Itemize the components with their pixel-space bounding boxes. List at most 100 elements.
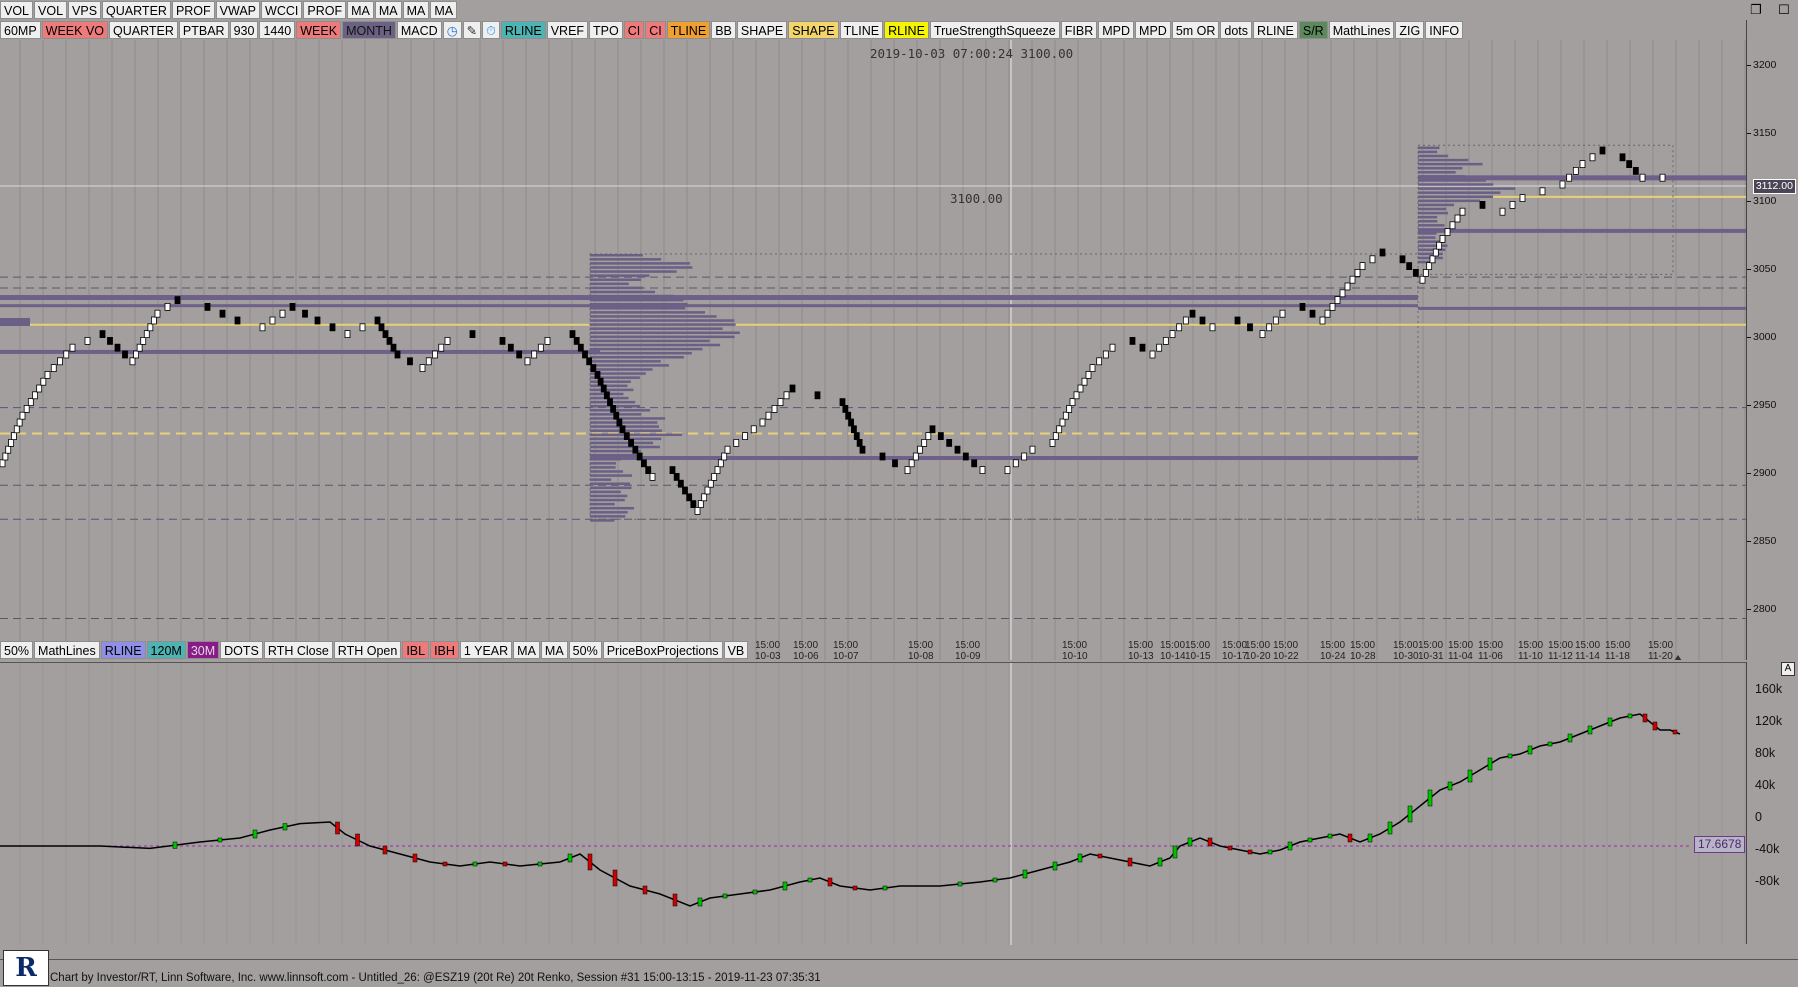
lower-button-10[interactable]: 1 YEAR xyxy=(460,641,512,659)
indicator-up-candle xyxy=(538,862,542,866)
indicator-button-26[interactable]: MPD xyxy=(1135,21,1171,39)
date-axis-date: 11-14 xyxy=(1575,651,1600,662)
indicator-button-6[interactable]: WEEK xyxy=(296,21,341,39)
indicator-button-32[interactable]: ZIG xyxy=(1395,21,1424,39)
indicator-button-30[interactable]: S/R xyxy=(1299,21,1328,39)
top-button-11[interactable]: MA xyxy=(430,1,457,19)
indicator-button-15[interactable]: CI xyxy=(624,21,645,39)
volume-profile-bar xyxy=(590,303,688,306)
lower-button-2[interactable]: RLINE xyxy=(101,641,146,659)
indicator-button-13[interactable]: VREF xyxy=(547,21,588,39)
lower-button-0[interactable]: 50% xyxy=(0,641,33,659)
lower-button-13[interactable]: 50% xyxy=(569,641,602,659)
renko-up-brick xyxy=(722,453,727,460)
indicator-button-25[interactable]: MPD xyxy=(1098,21,1134,39)
indicator-button-20[interactable]: SHAPE xyxy=(788,21,838,39)
lower-button-6[interactable]: RTH Close xyxy=(264,641,333,659)
indicator-button-28[interactable]: dots xyxy=(1220,21,1252,39)
indicator-down-candle xyxy=(413,854,417,862)
volume-profile-bar xyxy=(590,495,627,498)
indicator-button-21[interactable]: TLINE xyxy=(840,21,883,39)
volume-profile-november xyxy=(1418,147,1515,264)
indicator-button-27[interactable]: 5m OR xyxy=(1172,21,1220,39)
top-button-2[interactable]: VPS xyxy=(68,1,101,19)
indicator-tick-label: 40k xyxy=(1755,778,1775,792)
lower-button-7[interactable]: RTH Open xyxy=(334,641,402,659)
indicator-button-17[interactable]: TLINE xyxy=(667,21,710,39)
top-button-6[interactable]: WCCI xyxy=(261,1,302,19)
lower-button-4[interactable]: 30M xyxy=(187,641,219,659)
indicator-button-1[interactable]: WEEK VO xyxy=(42,21,108,39)
indicator-panel[interactable]: 17.6678 15:0015:0015:0015:0015:0015:0015… xyxy=(0,662,1747,945)
indicator-button-19[interactable]: SHAPE xyxy=(737,21,787,39)
top-button-3[interactable]: QUARTER xyxy=(102,1,171,19)
top-button-8[interactable]: MA xyxy=(347,1,374,19)
scroll-indicator-icon xyxy=(1674,655,1682,660)
renko-down-brick xyxy=(1248,324,1253,331)
indicator-button-2[interactable]: QUARTER xyxy=(109,21,178,39)
indicator-button-8[interactable]: MACD xyxy=(397,21,442,39)
volume-profile-bar xyxy=(590,487,632,490)
top-button-10[interactable]: MA xyxy=(403,1,430,19)
indicator-button-31[interactable]: MathLines xyxy=(1329,21,1395,39)
indicator-button-7[interactable]: MONTH xyxy=(342,21,396,39)
pencil-icon[interactable]: ✎ xyxy=(463,21,481,39)
lower-button-8[interactable]: IBL xyxy=(402,641,429,659)
price-chart[interactable]: 2019-10-03 07:00:24 3100.00 3100.00 15:0… xyxy=(0,40,1747,660)
volume-profile-bar xyxy=(590,503,615,506)
indicator-up-candle xyxy=(1568,734,1572,742)
renko-down-brick xyxy=(860,446,865,453)
lower-button-14[interactable]: PriceBoxProjections xyxy=(603,641,723,659)
indicator-button-16[interactable]: CI xyxy=(645,21,666,39)
indicator-button-14[interactable]: TPO xyxy=(589,21,623,39)
close-icon[interactable]: ☐ xyxy=(1770,0,1798,20)
indicator-button-5[interactable]: 1440 xyxy=(259,21,295,39)
top-button-4[interactable]: PROF xyxy=(172,1,215,19)
indicator-button-23[interactable]: TrueStrengthSqueeze xyxy=(930,21,1060,39)
lower-button-3[interactable]: 120M xyxy=(147,641,186,659)
top-button-1[interactable]: VOL xyxy=(34,1,67,19)
indicator-button-18[interactable]: BB xyxy=(711,21,736,39)
indicator-button-24[interactable]: FIBR xyxy=(1061,21,1097,39)
lower-button-15[interactable]: VB xyxy=(724,641,749,659)
indicator-button-22[interactable]: RLINE xyxy=(884,21,929,39)
top-button-0[interactable]: VOL xyxy=(0,1,33,19)
date-axis-date: 10-13 xyxy=(1128,651,1154,662)
stopwatch-icon[interactable]: ⏱ xyxy=(482,21,500,39)
date-axis-label: 15:00 10-10 xyxy=(1062,640,1088,662)
indicator-up-candle xyxy=(1023,870,1027,878)
indicator-button-3[interactable]: PTBAR xyxy=(179,21,229,39)
restore-icon[interactable]: ❐ xyxy=(1742,0,1770,20)
renko-down-brick xyxy=(220,310,225,317)
lower-button-5[interactable]: DOTS xyxy=(220,641,263,659)
indicator-button-29[interactable]: RLINE xyxy=(1253,21,1298,39)
volume-profile-bar xyxy=(590,258,661,261)
date-axis-date: 11-06 xyxy=(1478,651,1503,662)
renko-down-brick xyxy=(880,453,885,460)
price-chart-canvas[interactable] xyxy=(0,40,1747,660)
clock-icon[interactable]: ◷ xyxy=(443,21,462,39)
volume-profile-bar xyxy=(590,478,611,481)
indicator-canvas[interactable] xyxy=(0,663,1747,945)
panel-marker[interactable]: A xyxy=(1781,662,1795,676)
indicator-button-12[interactable]: RLINE xyxy=(501,21,546,39)
lower-button-9[interactable]: IBH xyxy=(430,641,459,659)
indicator-down-candle xyxy=(1098,854,1102,858)
lower-button-12[interactable]: MA xyxy=(541,641,568,659)
date-axis-label: 15:00 11-20 xyxy=(1648,640,1673,662)
indicator-down-candle xyxy=(443,862,447,866)
price-axis[interactable]: 3112.00 3200 3150 3100 3050 3000 2950 2900 2850… xyxy=(1746,20,1798,660)
lower-button-11[interactable]: MA xyxy=(513,641,540,659)
lower-button-1[interactable]: MathLines xyxy=(34,641,100,659)
indicator-button-33[interactable]: INFO xyxy=(1425,21,1463,39)
indicator-button-0[interactable]: 60MP xyxy=(0,21,41,39)
renko-up-brick xyxy=(918,446,923,453)
volume-profile-bar xyxy=(1418,204,1454,207)
indicator-axis[interactable]: A 160k 120k 80k 40k 0 -40k -80k xyxy=(1746,662,1798,944)
top-button-5[interactable]: VWAP xyxy=(216,1,260,19)
renko-down-brick xyxy=(115,344,120,351)
renko-down-brick xyxy=(1620,154,1625,161)
indicator-button-4[interactable]: 930 xyxy=(230,21,259,39)
top-button-9[interactable]: MA xyxy=(375,1,402,19)
top-button-7[interactable]: PROF xyxy=(303,1,346,19)
